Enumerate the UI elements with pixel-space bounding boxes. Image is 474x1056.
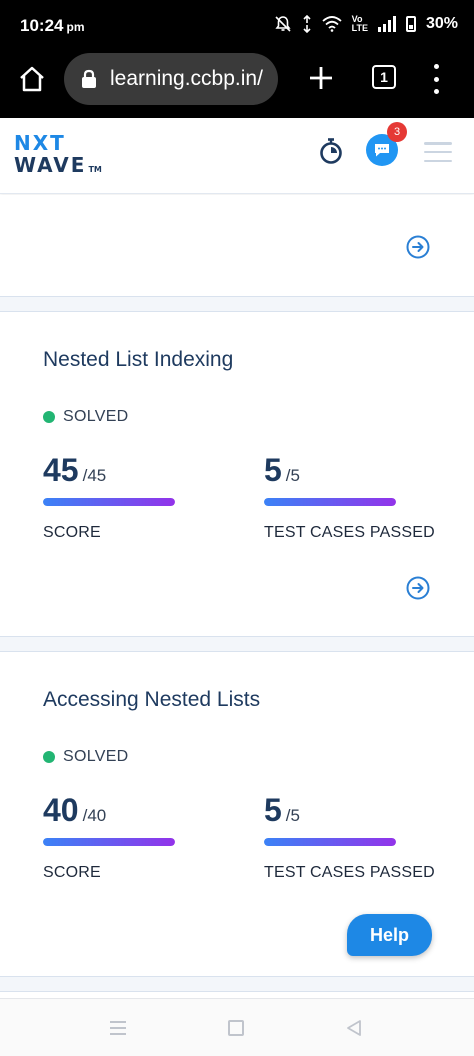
status-time: 10:24 pm [20, 16, 84, 36]
test-cases-metric: 5/5 TEST CASES PASSED [264, 452, 435, 542]
address-bar[interactable]: learning.ccbp.in/ [64, 53, 278, 105]
volte-indicator: Vo LTE [352, 15, 368, 33]
volte-bottom: LTE [351, 23, 368, 33]
test-cases-label: TEST CASES PASSED [264, 524, 435, 541]
signal-icon [377, 16, 396, 32]
url-bar: learning.ccbp.in/ 1 [0, 50, 474, 110]
tab-switcher-button[interactable]: 1 [372, 65, 396, 89]
nav-back-icon[interactable] [345, 1019, 363, 1037]
recent-apps-icon[interactable] [110, 1021, 126, 1035]
score-label: SCORE [43, 864, 101, 881]
score-value: 40 [43, 792, 79, 828]
solved-dot-icon [43, 751, 55, 763]
logo-line2: WAVE [14, 153, 87, 177]
score-progress-fill [43, 838, 175, 846]
question-title[interactable]: Accessing Nested Lists [43, 688, 260, 712]
new-tab-icon[interactable] [307, 64, 335, 92]
test-cases-value: 5 [264, 792, 282, 828]
chat-icon [375, 144, 389, 157]
notification-badge: 3 [387, 122, 407, 142]
test-cases-progress-fill [264, 498, 396, 506]
test-cases-label: TEST CASES PASSED [264, 864, 435, 881]
battery-icon [405, 16, 416, 32]
test-cases-progress-fill [264, 838, 396, 846]
test-cases-value: 5 [264, 452, 282, 488]
status-label: SOLVED [63, 408, 129, 425]
wifi-icon [322, 16, 342, 32]
lock-icon [82, 69, 96, 88]
logo-tm: TM [88, 165, 102, 174]
score-max: /45 [82, 466, 107, 485]
test-cases-progress-bar [264, 498, 396, 506]
browser-chrome: 10:24 pm Vo LTE 30% learning.ccbp.in/ 1 [0, 0, 474, 118]
battery-percent: 30% [425, 15, 458, 32]
score-progress-bar [43, 838, 175, 846]
mute-icon [275, 16, 291, 32]
question-card-next [0, 991, 474, 998]
nxtwave-logo[interactable]: NXT WAVE TM [14, 132, 102, 181]
status-time-ampm: pm [66, 20, 85, 34]
status-label: SOLVED [63, 748, 129, 765]
score-progress-fill [43, 498, 175, 506]
help-button[interactable]: Help [347, 914, 432, 956]
score-label: SCORE [43, 524, 101, 541]
status-icons: Vo LTE 30% [274, 15, 458, 33]
question-card-previous [0, 195, 474, 297]
test-cases-metric: 5/5 TEST CASES PASSED [264, 792, 435, 882]
status-bar: 10:24 pm Vo LTE 30% [0, 0, 474, 50]
test-cases-max: /5 [285, 806, 300, 825]
score-value: 45 [43, 452, 79, 488]
status-badge: SOLVED [43, 408, 129, 426]
data-arrows-icon [303, 15, 311, 33]
solved-dot-icon [43, 411, 55, 423]
browser-menu-icon[interactable] [432, 64, 440, 94]
test-cases-progress-bar [264, 838, 396, 846]
score-max: /40 [82, 806, 107, 825]
url-text: learning.ccbp.in/ [110, 67, 263, 90]
question-card: Nested List Indexing SOLVED 45/45 SCORE … [0, 311, 474, 637]
score-progress-bar [43, 498, 175, 506]
logo-line1: NXT [14, 131, 66, 155]
arrow-right-circle-icon[interactable] [406, 235, 430, 259]
test-cases-max: /5 [285, 466, 300, 485]
question-list: Nested List Indexing SOLVED 45/45 SCORE … [0, 195, 474, 998]
score-metric: 40/40 SCORE [43, 792, 175, 882]
hamburger-menu-icon[interactable] [424, 142, 452, 162]
home-icon[interactable] [17, 64, 47, 94]
nav-home-icon[interactable] [228, 1020, 244, 1036]
android-nav-bar [0, 998, 474, 1056]
timer-icon[interactable] [318, 137, 344, 165]
score-metric: 45/45 SCORE [43, 452, 175, 542]
question-title[interactable]: Nested List Indexing [43, 348, 233, 372]
status-time-value: 10:24 [20, 16, 64, 35]
status-badge: SOLVED [43, 748, 129, 766]
arrow-right-circle-icon[interactable] [406, 576, 430, 600]
